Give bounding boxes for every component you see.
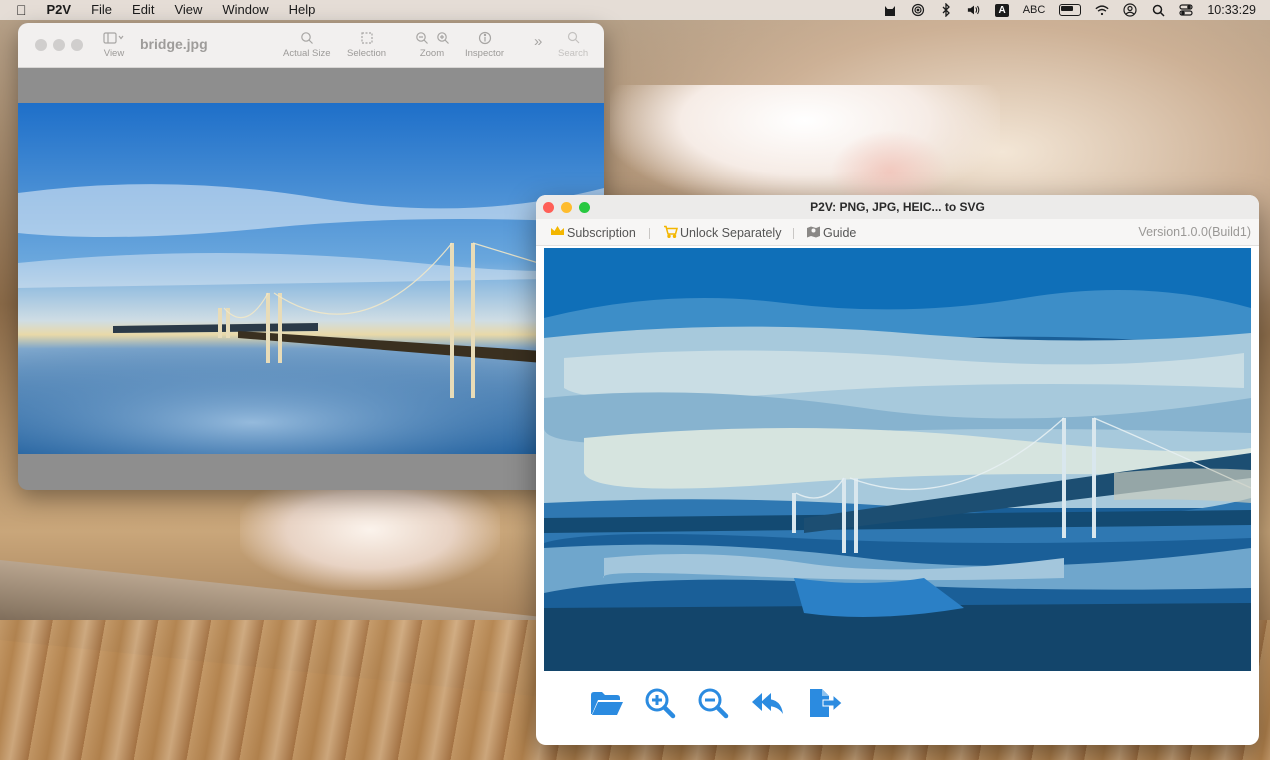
airdrop-icon[interactable] [911, 3, 925, 17]
unlock-separately-label: Unlock Separately [680, 226, 782, 240]
view-toolbar-button[interactable]: View [103, 31, 125, 59]
p2v-action-bar [536, 687, 1259, 727]
subscription-button[interactable]: Subscription [550, 225, 636, 240]
menu-separator [793, 228, 794, 239]
apple-menu-icon[interactable]:  [0, 2, 37, 18]
p2v-window: P2V: PNG, JPG, HEIC... to SVG Subscripti… [536, 195, 1259, 745]
input-source-label[interactable]: ABC [1023, 4, 1046, 16]
menu-file[interactable]: File [81, 0, 122, 20]
bridge-photo [18, 103, 604, 454]
selection-button[interactable]: Selection [347, 31, 386, 59]
preview-window-title: bridge.jpg [140, 36, 208, 52]
preview-toolbar: View bridge.jpg Actual Size Selection Zo… [18, 23, 604, 68]
info-icon [478, 31, 492, 48]
inspector-label: Inspector [465, 48, 505, 59]
cart-icon [663, 225, 678, 241]
inspector-button[interactable]: Inspector [465, 31, 504, 59]
map-icon [806, 225, 821, 241]
window-minimize-button[interactable] [53, 39, 65, 51]
open-folder-icon[interactable] [589, 687, 625, 719]
magnifier-icon [300, 31, 314, 48]
menu-separator [649, 228, 650, 239]
subscription-label: Subscription [567, 225, 636, 240]
sidebar-icon [103, 31, 125, 48]
p2v-menu-bar: Subscription Unlock Separately Guide Ver… [536, 219, 1259, 246]
zoom-out-icon[interactable] [696, 687, 732, 719]
guide-button[interactable]: Guide [806, 225, 856, 241]
menu-view[interactable]: View [164, 0, 212, 20]
bluetooth-icon[interactable] [939, 3, 953, 17]
p2v-titlebar: P2V: PNG, JPG, HEIC... to SVG [536, 195, 1259, 220]
menu-help[interactable]: Help [279, 0, 326, 20]
cat-status-icon[interactable] [883, 3, 897, 17]
unlock-separately-button[interactable]: Unlock Separately [663, 225, 781, 241]
zoom-label: Zoom [419, 48, 445, 59]
guide-label: Guide [823, 226, 857, 240]
svg-preview-canvas [544, 248, 1251, 671]
wifi-icon[interactable] [1095, 3, 1109, 17]
menu-window[interactable]: Window [212, 0, 278, 20]
preview-window: View bridge.jpg Actual Size Selection Zo… [18, 23, 604, 490]
p2v-window-title: P2V: PNG, JPG, HEIC... to SVG [810, 200, 985, 214]
undo-icon[interactable] [751, 687, 787, 719]
menu-bar:  P2V File Edit View Window Help A ABC [0, 0, 1270, 20]
selection-icon [360, 31, 374, 48]
keyboard-a-icon[interactable]: A [995, 3, 1009, 17]
selection-label: Selection [347, 48, 387, 59]
zoom-button-group[interactable]: Zoom [415, 31, 449, 59]
menu-app-name[interactable]: P2V [37, 0, 82, 20]
menu-edit[interactable]: Edit [122, 0, 164, 20]
menu-clock[interactable]: 10:33:29 [1207, 3, 1256, 17]
export-icon[interactable] [807, 687, 843, 719]
search-icon [567, 31, 580, 48]
view-toolbar-label: View [103, 48, 125, 59]
toolbar-overflow-icon[interactable]: » [534, 33, 542, 50]
actual-size-label: Actual Size [283, 48, 331, 59]
search-label: Search [558, 48, 589, 59]
window-zoom-button[interactable] [71, 39, 83, 51]
control-center-icon[interactable] [1179, 3, 1193, 17]
spotlight-search-icon[interactable] [1151, 3, 1165, 17]
user-account-icon[interactable] [1123, 3, 1137, 17]
battery-icon[interactable] [1059, 4, 1082, 16]
zoom-out-icon [415, 31, 449, 48]
volume-icon[interactable] [967, 3, 981, 17]
actual-size-button[interactable]: Actual Size [283, 31, 331, 59]
window-close-button[interactable] [35, 39, 47, 51]
wallpaper-cat-ear-inner [830, 130, 950, 200]
crown-icon [550, 225, 565, 240]
version-label: Version1.0.0(Build1) [1138, 225, 1251, 239]
search-button[interactable]: Search [558, 31, 588, 59]
zoom-in-icon[interactable] [643, 687, 679, 719]
